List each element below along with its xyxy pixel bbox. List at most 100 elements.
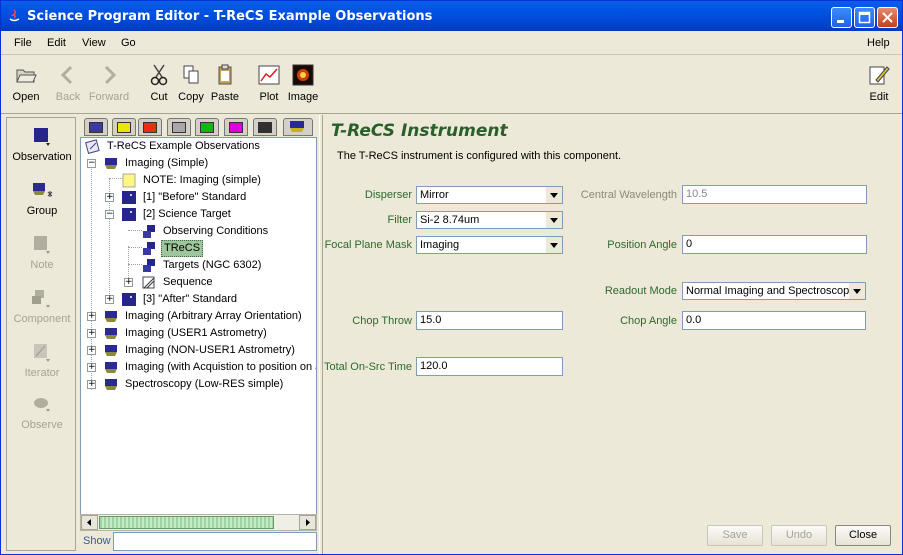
scroll-thumb[interactable] xyxy=(99,516,274,529)
menu-edit[interactable]: Edit xyxy=(47,37,66,49)
group-icon xyxy=(105,379,117,390)
position-angle-label: Position Angle xyxy=(607,239,677,251)
plot-label: Plot xyxy=(259,91,279,103)
expand-toggle[interactable]: + xyxy=(105,193,114,202)
focal-plane-mask-value: Imaging xyxy=(420,239,460,251)
back-label: Back xyxy=(55,91,81,103)
collapse-toggle[interactable]: − xyxy=(87,159,96,168)
disperser-select[interactable]: Mirror xyxy=(416,186,563,204)
color-tag-tab[interactable] xyxy=(253,118,277,136)
edit-button[interactable]: Edit xyxy=(865,64,893,103)
copy-icon xyxy=(183,65,199,84)
tree-label: T-ReCS Example Observations xyxy=(107,140,260,152)
total-on-src-time-field[interactable]: 120.0 xyxy=(416,357,563,376)
focal-plane-mask-select[interactable]: Imaging xyxy=(416,236,563,254)
chop-throw-field[interactable]: 15.0 xyxy=(416,311,563,330)
close-window-button[interactable] xyxy=(877,7,898,28)
expand-toggle[interactable]: + xyxy=(124,278,133,287)
menu-go[interactable]: Go xyxy=(121,37,136,49)
clipboard-icon xyxy=(218,64,232,85)
tree-label: Spectroscopy (Low-RES simple) xyxy=(125,378,284,390)
position-angle-field[interactable]: 0 xyxy=(682,235,867,254)
tree-line xyxy=(91,162,92,390)
color-swatch xyxy=(117,122,131,133)
palette-iterator[interactable]: Iterator xyxy=(7,342,77,379)
save-button[interactable]: Save xyxy=(707,525,763,546)
note-icon xyxy=(122,173,136,188)
readout-mode-select[interactable]: Normal Imaging and Spectroscopy xyxy=(682,282,866,300)
color-tag-tab[interactable] xyxy=(138,118,162,136)
edit-label: Edit xyxy=(869,91,889,103)
undo-button[interactable]: Undo xyxy=(771,525,827,546)
disperser-label: Disperser xyxy=(364,189,412,201)
iterator-label: Iterator xyxy=(24,367,60,379)
palette-observation[interactable]: Observation xyxy=(7,126,77,163)
expand-toggle[interactable]: + xyxy=(87,346,96,355)
group-tag-tab[interactable] xyxy=(283,118,313,136)
sequence-icon xyxy=(142,276,155,289)
palette-observe[interactable]: Observe xyxy=(7,394,77,431)
expand-toggle[interactable]: + xyxy=(87,380,96,389)
cut-button[interactable]: Cut xyxy=(146,64,172,103)
iterator-icon xyxy=(34,344,50,362)
tree-label: TReCS xyxy=(161,240,204,257)
open-button[interactable]: Open xyxy=(9,64,43,103)
filter-label: Filter xyxy=(387,214,412,226)
java-app-icon xyxy=(9,9,20,22)
minimize-button[interactable] xyxy=(831,7,852,28)
maximize-button[interactable] xyxy=(854,7,875,28)
filter-select[interactable]: Si-2 8.74um xyxy=(416,211,563,229)
paste-button[interactable]: Paste xyxy=(208,64,242,103)
window-title: Science Program Editor - T-ReCS Example … xyxy=(27,9,433,24)
palette-component[interactable]: Component xyxy=(7,288,77,325)
menu-help[interactable]: Help xyxy=(867,37,890,49)
central-wavelength-label: Central Wavelength xyxy=(580,189,677,201)
tree-label: Imaging (Arbitrary Array Orientation) xyxy=(125,310,302,322)
menu-view[interactable]: View xyxy=(82,37,106,49)
forward-button[interactable]: Forward xyxy=(86,64,132,103)
image-button[interactable]: Image xyxy=(287,64,319,103)
menu-file[interactable]: File xyxy=(14,37,32,49)
expand-toggle[interactable]: + xyxy=(87,312,96,321)
program-tree-panel: T-ReCS Example Observations − Imaging (S… xyxy=(80,117,317,551)
program-tree[interactable]: T-ReCS Example Observations − Imaging (S… xyxy=(80,137,317,529)
chop-angle-field[interactable]: 0.0 xyxy=(682,311,866,330)
tree-label: Imaging (with Acquistion to position on … xyxy=(125,361,317,373)
palette-note[interactable]: Note xyxy=(7,234,77,271)
color-tag-tab[interactable] xyxy=(112,118,136,136)
title-bar[interactable]: Science Program Editor - T-ReCS Example … xyxy=(1,1,902,31)
color-tag-tab[interactable] xyxy=(224,118,248,136)
edit-pencil-icon xyxy=(869,66,890,85)
color-tag-tab[interactable] xyxy=(195,118,219,136)
chevron-down-icon xyxy=(546,187,562,203)
expand-toggle[interactable]: + xyxy=(87,329,96,338)
back-button[interactable]: Back xyxy=(53,64,83,103)
expand-toggle[interactable]: + xyxy=(105,295,114,304)
close-icon xyxy=(882,12,893,23)
group-icon xyxy=(105,311,117,322)
color-tag-tab[interactable] xyxy=(167,118,191,136)
central-wavelength-field[interactable]: 10.5 xyxy=(682,185,867,204)
chevron-down-icon xyxy=(849,283,865,299)
copy-button[interactable]: Copy xyxy=(176,64,206,103)
open-label: Open xyxy=(12,91,40,103)
tree-label: [3] "After" Standard xyxy=(143,293,238,305)
editor-description: The T-ReCS instrument is configured with… xyxy=(337,150,622,162)
tree-line xyxy=(128,247,142,248)
tree-label: Imaging (NON-USER1 Astrometry) xyxy=(125,344,295,356)
expand-toggle[interactable]: + xyxy=(87,363,96,372)
close-button[interactable]: Close xyxy=(835,525,891,546)
tree-horizontal-scrollbar[interactable] xyxy=(80,514,317,531)
tree-label: Sequence xyxy=(163,276,213,288)
scroll-right-button[interactable] xyxy=(299,515,316,530)
show-filter-input[interactable] xyxy=(113,532,317,551)
readout-mode-value: Normal Imaging and Spectroscopy xyxy=(686,285,855,297)
plot-button[interactable]: Plot xyxy=(256,64,282,103)
color-tag-tab[interactable] xyxy=(84,118,108,136)
group-icon xyxy=(105,345,117,356)
scroll-left-button[interactable] xyxy=(81,515,98,530)
cut-label: Cut xyxy=(150,91,168,103)
color-swatch xyxy=(229,122,243,133)
collapse-toggle[interactable]: − xyxy=(105,210,114,219)
palette-group[interactable]: Group xyxy=(7,180,77,217)
